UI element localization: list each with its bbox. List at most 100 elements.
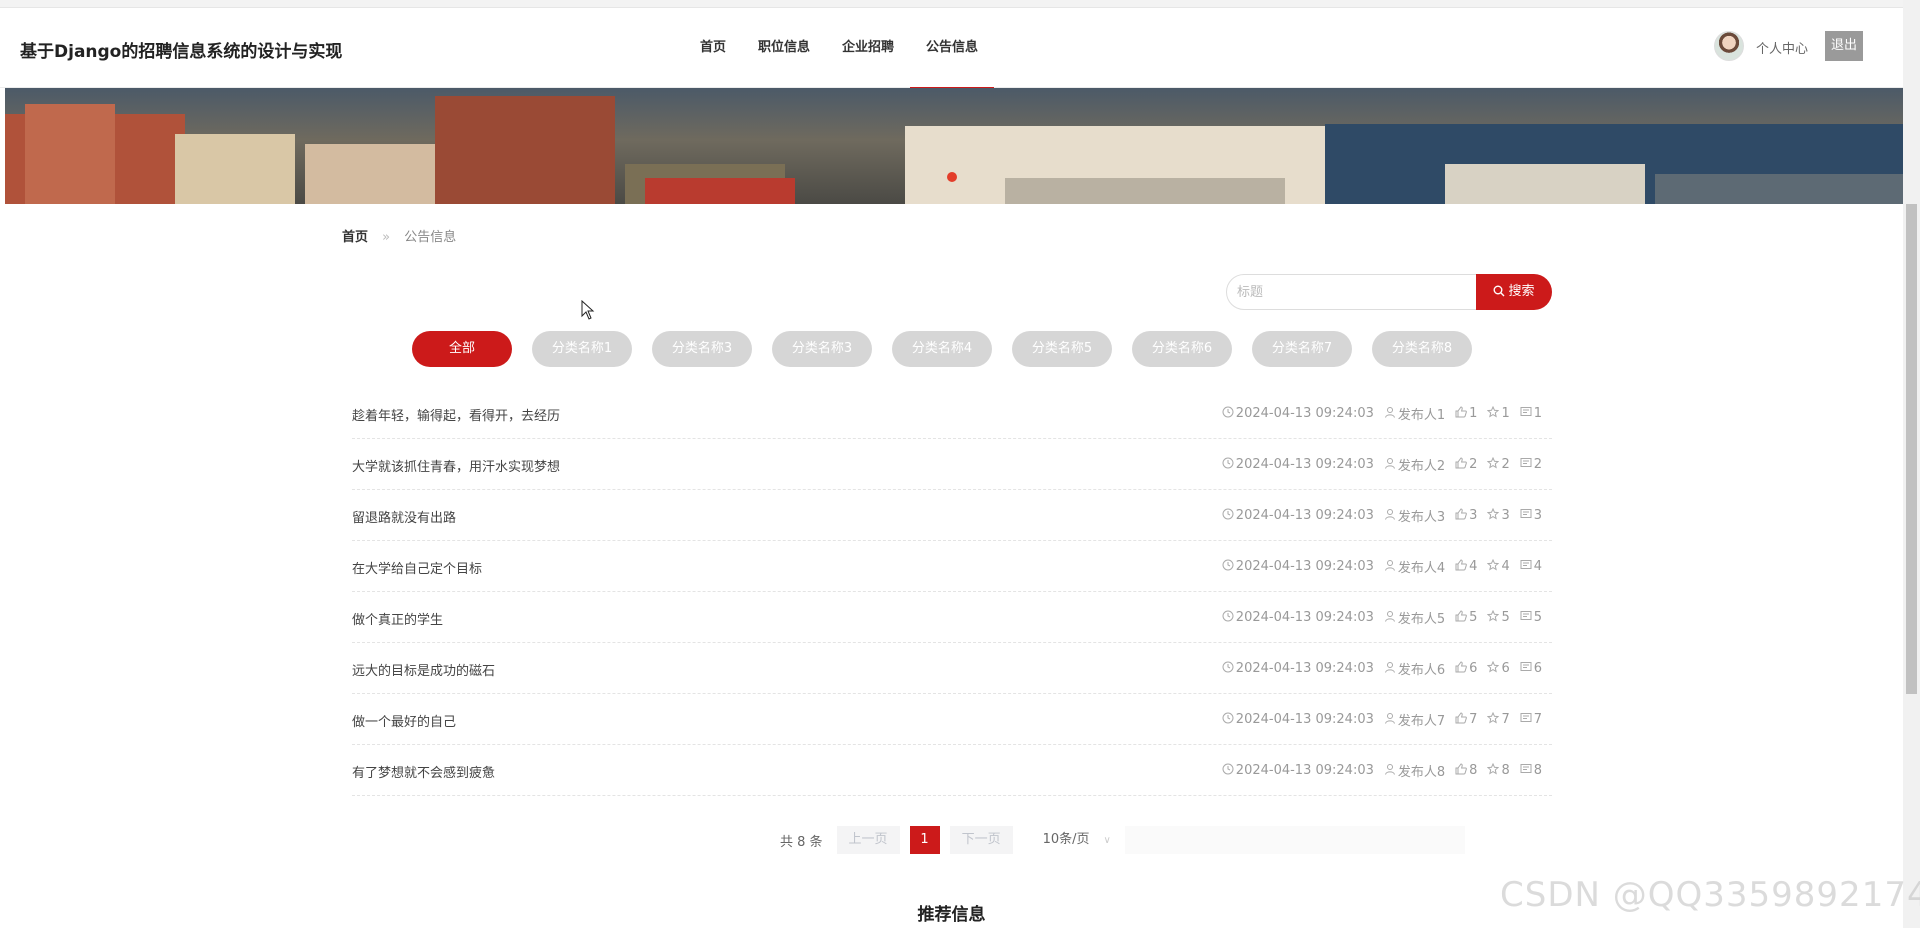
nav-jobs[interactable]: 职位信息 (742, 8, 826, 88)
carousel-indicator[interactable] (947, 172, 957, 182)
category-filter: 全部 分类名称1 分类名称3 分类名称3 分类名称4 分类名称5 分类名称6 分… (412, 331, 1492, 367)
notice-publisher: 发布人3 (1384, 506, 1445, 525)
notice-row[interactable]: 留退路就没有出路 2024-04-13 09:24:03 发布人3 3 3 3 (352, 490, 1552, 541)
nav-company-recruit[interactable]: 企业招聘 (826, 8, 910, 88)
scrollbar-thumb[interactable] (1906, 204, 1917, 694)
notice-time: 2024-04-13 09:24:03 (1222, 763, 1374, 779)
breadcrumb-separator: » (382, 230, 391, 245)
notice-time-value: 2024-04-13 09:24:03 (1235, 508, 1374, 523)
thumbs-up-icon (1455, 558, 1469, 575)
notice-publisher-value: 发布人3 (1397, 510, 1446, 525)
star-icon (1487, 456, 1501, 473)
search-icon (1493, 285, 1505, 297)
notice-title[interactable]: 大学就该抓住青春，用汗水实现梦想 (352, 456, 560, 475)
clock-icon (1222, 661, 1236, 677)
notice-meta: 2024-04-13 09:24:03 发布人1 1 1 1 (1212, 404, 1542, 423)
category-item[interactable]: 分类名称4 (892, 331, 992, 367)
page-jump-area[interactable] (1124, 826, 1465, 854)
notice-time-value: 2024-04-13 09:24:03 (1235, 712, 1374, 727)
notice-favorites: 1 (1487, 405, 1510, 422)
search-input[interactable] (1226, 274, 1478, 310)
user-icon (1384, 712, 1398, 728)
comment-icon (1520, 661, 1534, 677)
user-center-link[interactable]: 个人中心 (1756, 38, 1808, 57)
notice-meta: 2024-04-13 09:24:03 发布人6 6 6 6 (1212, 659, 1542, 678)
notice-favorites-value: 8 (1501, 763, 1510, 778)
star-icon (1487, 507, 1501, 524)
notice-title[interactable]: 趁着年轻，输得起，看得开，去经历 (352, 405, 560, 424)
notice-publisher-value: 发布人7 (1397, 714, 1446, 729)
user-icon (1384, 661, 1398, 677)
notice-title[interactable]: 在大学给自己定个目标 (352, 558, 482, 577)
notice-time-value: 2024-04-13 09:24:03 (1235, 661, 1374, 676)
star-icon (1487, 609, 1501, 626)
star-icon (1487, 405, 1501, 422)
notice-time: 2024-04-13 09:24:03 (1222, 457, 1374, 473)
page-number-current[interactable]: 1 (909, 826, 940, 854)
notice-title[interactable]: 远大的目标是成功的磁石 (352, 660, 495, 679)
notice-likes-value: 7 (1469, 712, 1478, 727)
notice-favorites-value: 6 (1501, 661, 1510, 676)
user-avatar[interactable] (1714, 31, 1744, 61)
clock-icon (1222, 559, 1236, 575)
pagination-total: 共 8 条 (780, 834, 823, 850)
notice-likes-value: 1 (1469, 406, 1478, 421)
breadcrumb-home[interactable]: 首页 (342, 230, 368, 245)
category-item[interactable]: 分类名称3 (652, 331, 752, 367)
prev-page-button[interactable]: 上一页 (836, 826, 900, 854)
notice-likes-value: 3 (1469, 508, 1478, 523)
notice-row[interactable]: 远大的目标是成功的磁石 2024-04-13 09:24:03 发布人6 6 6 6 (352, 643, 1552, 694)
notice-publisher: 发布人4 (1384, 557, 1445, 576)
clock-icon (1222, 508, 1236, 524)
notice-favorites-value: 4 (1501, 559, 1510, 574)
category-item[interactable]: 分类名称6 (1132, 331, 1232, 367)
nav-home[interactable]: 首页 (684, 8, 742, 88)
notice-favorites: 3 (1487, 507, 1510, 524)
watermark: CSDN @QQ3359892174 (1500, 875, 1920, 915)
notice-comments-value: 2 (1533, 457, 1542, 472)
user-icon (1384, 610, 1398, 626)
category-item[interactable]: 分类名称1 (532, 331, 632, 367)
comment-icon (1520, 457, 1534, 473)
star-icon (1487, 711, 1501, 728)
notice-title[interactable]: 做个真正的学生 (352, 609, 443, 628)
category-item[interactable]: 分类名称7 (1252, 331, 1352, 367)
notice-comments: 6 (1520, 661, 1542, 677)
notice-time: 2024-04-13 09:24:03 (1222, 610, 1374, 626)
thumbs-up-icon (1455, 609, 1469, 626)
notice-publisher-value: 发布人8 (1397, 765, 1446, 780)
thumbs-up-icon (1455, 405, 1469, 422)
nav-announcements[interactable]: 公告信息 (910, 8, 995, 90)
notice-comments: 5 (1520, 610, 1542, 626)
logout-button[interactable]: 退出 (1825, 31, 1863, 61)
comment-icon (1520, 712, 1534, 728)
notice-publisher-value: 发布人4 (1397, 561, 1446, 576)
category-all[interactable]: 全部 (412, 331, 512, 367)
notice-comments-value: 7 (1533, 712, 1542, 727)
notice-row[interactable]: 趁着年轻，输得起，看得开，去经历 2024-04-13 09:24:03 发布人1 1… (352, 388, 1552, 439)
notice-meta: 2024-04-13 09:24:03 发布人5 5 5 5 (1212, 608, 1542, 627)
notice-title[interactable]: 做一个最好的自己 (352, 711, 456, 730)
clock-icon (1222, 610, 1236, 626)
category-item[interactable]: 分类名称3 (772, 331, 872, 367)
notice-row[interactable]: 在大学给自己定个目标 2024-04-13 09:24:03 发布人4 4 4 4 (352, 541, 1552, 592)
notice-favorites: 7 (1487, 711, 1510, 728)
search-button[interactable]: 搜索 (1476, 274, 1552, 310)
next-page-button[interactable]: 下一页 (949, 826, 1013, 854)
notice-comments: 4 (1520, 559, 1542, 575)
notice-row[interactable]: 做个真正的学生 2024-04-13 09:24:03 发布人5 5 5 5 (352, 592, 1552, 643)
notice-title[interactable]: 留退路就没有出路 (352, 507, 456, 526)
notice-time: 2024-04-13 09:24:03 (1222, 406, 1374, 422)
notice-row[interactable]: 做一个最好的自己 2024-04-13 09:24:03 发布人7 7 7 7 (352, 694, 1552, 745)
notice-row[interactable]: 有了梦想就不会感到疲惫 2024-04-13 09:24:03 发布人8 8 8 8 (352, 745, 1552, 796)
category-item[interactable]: 分类名称5 (1012, 331, 1112, 367)
category-item[interactable]: 分类名称8 (1372, 331, 1472, 367)
notice-likes-value: 4 (1469, 559, 1478, 574)
notice-title[interactable]: 有了梦想就不会感到疲惫 (352, 762, 495, 781)
page-size-select[interactable]: 10条/页 ∨ (1029, 826, 1125, 854)
notice-row[interactable]: 大学就该抓住青春，用汗水实现梦想 2024-04-13 09:24:03 发布人2 2… (352, 439, 1552, 490)
notice-comments: 2 (1520, 457, 1542, 473)
chevron-down-icon: ∨ (1103, 835, 1111, 846)
thumbs-up-icon (1455, 762, 1469, 779)
notice-time: 2024-04-13 09:24:03 (1222, 559, 1374, 575)
